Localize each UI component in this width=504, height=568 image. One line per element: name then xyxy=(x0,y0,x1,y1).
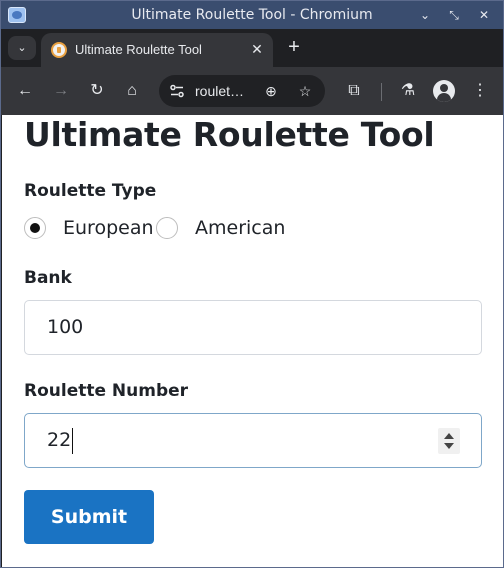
stepper-down-icon[interactable] xyxy=(444,443,454,449)
restore-button[interactable]: ⤡ xyxy=(445,6,463,24)
window-titlebar: Ultimate Roulette Tool - Chromium ⌄ ⤡ ✕ xyxy=(1,1,503,29)
reload-button[interactable]: ↻ xyxy=(85,79,109,103)
radio-european[interactable] xyxy=(24,217,46,239)
text-caret xyxy=(72,428,73,454)
number-stepper[interactable] xyxy=(438,428,460,454)
stepper-up-icon[interactable] xyxy=(444,433,454,439)
forward-button[interactable]: → xyxy=(49,79,73,103)
minimize-button[interactable]: ⌄ xyxy=(416,6,434,24)
radio-european-label[interactable]: European xyxy=(63,217,154,239)
url-text[interactable]: roulet… xyxy=(195,83,257,99)
browser-window: Ultimate Roulette Tool - Chromium ⌄ ⤡ ✕ … xyxy=(0,0,504,568)
lightbulb-favicon-icon xyxy=(51,42,67,58)
roulette-number-input[interactable]: 22 xyxy=(24,413,482,468)
tab-search-button[interactable]: ⌄ xyxy=(8,36,36,60)
page-content: Ultimate Roulette Tool Roulette Type Eur… xyxy=(2,115,503,567)
tab-close-icon[interactable]: ✕ xyxy=(249,41,265,57)
address-bar[interactable]: roulet… ⊕ ☆ xyxy=(159,75,325,107)
bank-input[interactable]: 100 xyxy=(24,300,482,355)
back-button[interactable]: ← xyxy=(13,79,37,103)
home-button[interactable]: ⌂ xyxy=(120,79,144,103)
bookmark-star-icon[interactable]: ☆ xyxy=(295,81,315,101)
tab-title: Ultimate Roulette Tool xyxy=(75,42,202,57)
roulette-number-value: 22 xyxy=(47,429,72,451)
roulette-type-label: Roulette Type xyxy=(24,181,157,201)
extensions-icon[interactable]: ⧉ xyxy=(342,79,366,103)
submit-button[interactable]: Submit xyxy=(24,490,154,544)
labs-flask-icon[interactable]: ⚗ xyxy=(396,79,420,103)
zoom-icon[interactable]: ⊕ xyxy=(261,81,281,101)
bank-label: Bank xyxy=(24,268,72,288)
tab-strip: ⌄ Ultimate Roulette Tool ✕ + xyxy=(1,29,503,67)
browser-toolbar: ← → ↻ ⌂ roulet… ⊕ ☆ ⧉ ⚗ ⋮ xyxy=(1,67,503,115)
new-tab-button[interactable]: + xyxy=(284,37,304,57)
tab-ultimate-roulette-tool[interactable]: Ultimate Roulette Tool ✕ xyxy=(41,33,273,67)
profile-avatar-icon[interactable] xyxy=(433,80,455,102)
radio-american-label[interactable]: American xyxy=(195,217,285,239)
close-window-button[interactable]: ✕ xyxy=(475,6,493,24)
browser-menu-icon[interactable]: ⋮ xyxy=(468,79,492,103)
roulette-number-label: Roulette Number xyxy=(24,381,189,401)
toolbar-divider xyxy=(381,83,382,101)
page-title: Ultimate Roulette Tool xyxy=(24,115,435,154)
bank-input-value: 100 xyxy=(47,316,84,338)
site-settings-icon[interactable] xyxy=(169,83,185,99)
radio-american[interactable] xyxy=(156,217,178,239)
